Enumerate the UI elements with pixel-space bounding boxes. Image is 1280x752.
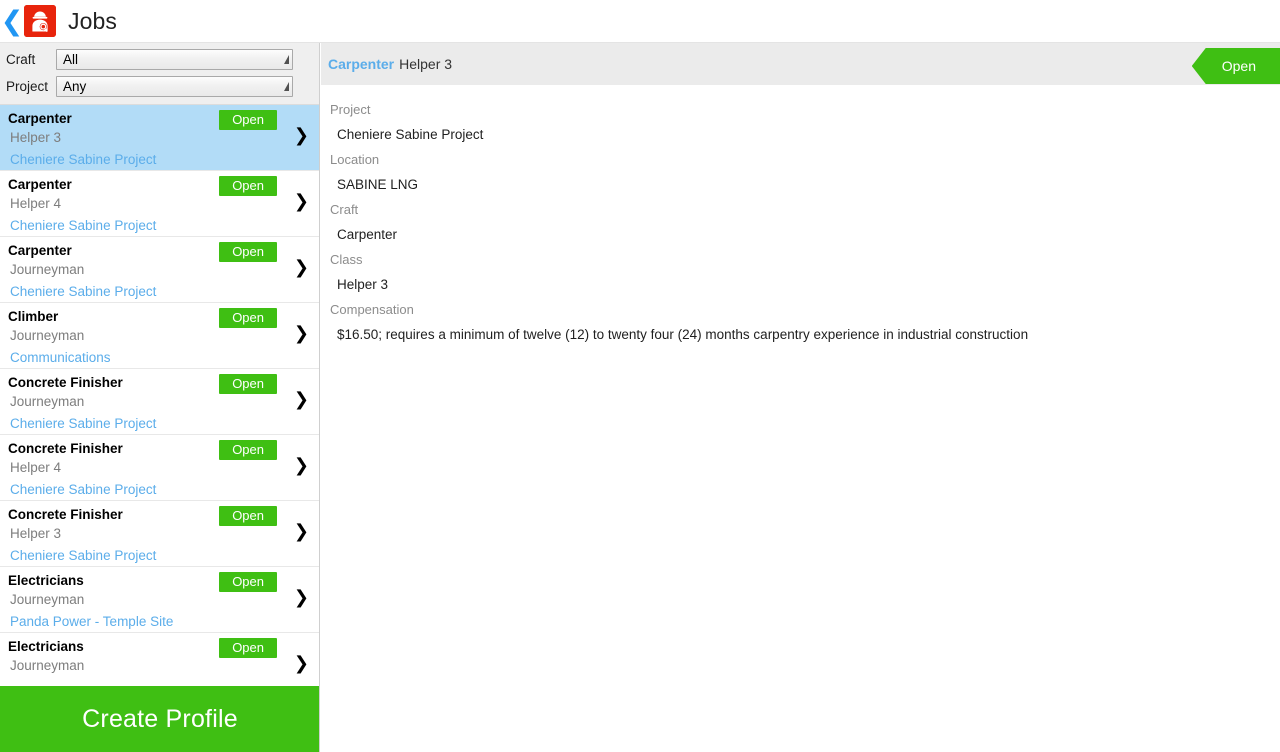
chevron-right-icon[interactable]: ❯ bbox=[294, 325, 309, 343]
job-class: Helper 3 bbox=[10, 526, 62, 541]
job-status-badge: Open bbox=[219, 572, 277, 592]
job-status-badge: Open bbox=[219, 638, 277, 658]
detail-field-value: SABINE LNG bbox=[337, 177, 419, 192]
chevron-right-icon[interactable]: ❯ bbox=[294, 193, 309, 211]
detail-field-value: Cheniere Sabine Project bbox=[337, 127, 484, 142]
job-class: Helper 4 bbox=[10, 196, 62, 211]
job-project[interactable]: Cheniere Sabine Project bbox=[8, 281, 319, 302]
job-status-badge: Open bbox=[219, 308, 277, 328]
job-class: Journeyman bbox=[10, 394, 85, 409]
job-project[interactable]: Communications bbox=[8, 347, 319, 368]
job-list-item[interactable]: Concrete Finisher Helper 3 Cheniere Sabine… bbox=[0, 501, 319, 567]
filter-project: Project Any bbox=[6, 76, 313, 97]
project-select-value: Any bbox=[63, 79, 87, 94]
job-detail-header: Carpenter Helper 3 Open bbox=[321, 43, 1280, 85]
detail-field-label: Project bbox=[330, 102, 371, 117]
job-project[interactable]: Panda Power - Temple Site bbox=[8, 611, 319, 632]
job-list-item[interactable]: Electricians Journeyman Panda Power - Temp… bbox=[0, 567, 319, 633]
job-class: Journeyman bbox=[10, 328, 85, 343]
detail-craft-title: Carpenter bbox=[328, 56, 395, 72]
chevron-right-icon[interactable]: ❯ bbox=[294, 589, 309, 607]
filter-craft: Craft All bbox=[6, 49, 313, 70]
craft-select[interactable]: All bbox=[56, 49, 293, 70]
job-list-item[interactable]: Carpenter Journeyman Cheniere Sabine Proje… bbox=[0, 237, 319, 303]
job-list[interactable]: Carpenter Helper 3 Cheniere Sabine Project… bbox=[0, 105, 319, 748]
filter-project-label: Project bbox=[6, 79, 49, 94]
job-class: Helper 3 bbox=[10, 130, 62, 145]
craft-select-value: All bbox=[63, 52, 79, 67]
job-class: Journeyman bbox=[10, 262, 85, 277]
detail-field-value: Carpenter bbox=[337, 227, 398, 242]
chevron-right-icon[interactable]: ❯ bbox=[294, 523, 309, 541]
filter-craft-label: Craft bbox=[6, 52, 36, 67]
worker-search-icon bbox=[24, 5, 56, 37]
dropdown-triangle-icon bbox=[274, 77, 292, 96]
job-status-badge: Open bbox=[219, 242, 277, 262]
job-list-item[interactable]: Carpenter Helper 3 Cheniere Sabine Project… bbox=[0, 105, 319, 171]
job-project[interactable]: Cheniere Sabine Project bbox=[8, 215, 319, 236]
detail-field-label: Class bbox=[330, 252, 363, 267]
job-project[interactable]: Cheniere Sabine Project bbox=[8, 413, 319, 434]
job-list-item[interactable]: Carpenter Helper 4 Cheniere Sabine Project… bbox=[0, 171, 319, 237]
filter-bar: Craft All Project Any bbox=[0, 43, 319, 105]
detail-field-value: $16.50; requires a minimum of twelve (12… bbox=[337, 327, 1029, 342]
job-detail-fields: Project Cheniere Sabine Project Location SA… bbox=[321, 85, 1280, 347]
job-status-badge: Open bbox=[219, 440, 277, 460]
dropdown-triangle-icon bbox=[274, 50, 292, 69]
job-list-item[interactable]: Climber Journeyman Communications Open ❯ bbox=[0, 303, 319, 369]
job-class: Journeyman bbox=[10, 592, 85, 607]
chevron-right-icon[interactable]: ❯ bbox=[294, 127, 309, 145]
job-project[interactable]: Cheniere Sabine Project bbox=[8, 479, 319, 500]
detail-field-label: Compensation bbox=[330, 302, 414, 317]
detail-field-label: Location bbox=[330, 152, 380, 167]
job-detail-panel: Carpenter Helper 3 Open Project Cheniere … bbox=[321, 43, 1280, 752]
detail-field-value: Helper 3 bbox=[337, 277, 389, 292]
chevron-right-icon[interactable]: ❯ bbox=[294, 655, 309, 673]
job-status-badge: Open bbox=[219, 176, 277, 196]
chevron-right-icon[interactable]: ❯ bbox=[294, 457, 309, 475]
job-list-panel: Craft All Project Any Carpenter Helper 3C… bbox=[0, 43, 320, 752]
job-list-item[interactable]: Concrete Finisher Helper 4 Cheniere Sabine… bbox=[0, 435, 319, 501]
job-list-item[interactable]: Concrete Finisher Journeyman Cheniere Sabi… bbox=[0, 369, 319, 435]
app-header: ❮ Jobs bbox=[0, 0, 1280, 43]
job-project[interactable]: Cheniere Sabine Project bbox=[8, 149, 319, 170]
create-profile-button[interactable]: Create Profile bbox=[0, 686, 319, 752]
detail-field-label: Craft bbox=[330, 202, 359, 217]
project-select[interactable]: Any bbox=[56, 76, 293, 97]
detail-class-title: Helper 3 bbox=[399, 56, 453, 72]
back-chevron-icon[interactable]: ❮ bbox=[1, 0, 24, 43]
job-class: Journeyman bbox=[10, 658, 85, 673]
job-status-badge: Open bbox=[219, 374, 277, 394]
job-status-badge: Open bbox=[219, 506, 277, 526]
status-badge: Open bbox=[1191, 48, 1280, 84]
job-status-badge: Open bbox=[219, 110, 277, 130]
job-project[interactable]: Cheniere Sabine Project bbox=[8, 545, 319, 566]
job-class: Helper 4 bbox=[10, 460, 62, 475]
chevron-right-icon[interactable]: ❯ bbox=[294, 391, 309, 409]
chevron-right-icon[interactable]: ❯ bbox=[294, 259, 309, 277]
page-title: Jobs bbox=[68, 7, 117, 34]
